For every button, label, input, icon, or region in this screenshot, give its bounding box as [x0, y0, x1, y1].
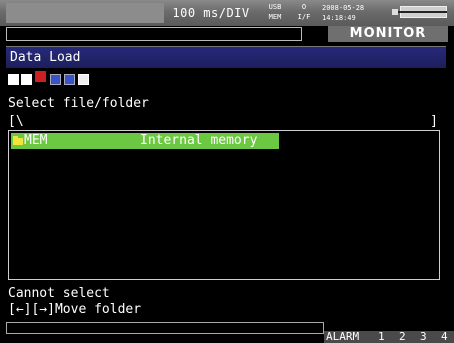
datetime-readout: 2008-05-28 14:18:49 [322, 3, 386, 23]
bottom-bar: ALARM 1 2 3 4 [0, 322, 454, 343]
alarm-label: ALARM [326, 330, 360, 343]
path-close: ] [430, 114, 438, 129]
item-description: Internal memory [140, 133, 258, 148]
bottom-field [6, 322, 324, 334]
path-field: [\ ] [8, 114, 438, 129]
usb-mem-indicator: USB MEM [262, 2, 288, 24]
if-label: I/F [297, 13, 311, 21]
item-name: MEM [24, 133, 48, 148]
screen: 100 ms/DIV USB MEM O I/F 2008-05-28 14:1… [0, 0, 454, 343]
status-field [6, 27, 302, 41]
io-indicator: O I/F [291, 2, 317, 24]
select-prompt: Select file/folder [8, 96, 149, 111]
date-label: 2008-05-28 [322, 4, 365, 12]
io-top-label: O [301, 3, 307, 11]
list-item[interactable]: MEM Internal memory [11, 133, 279, 149]
blue-box2-icon[interactable] [64, 74, 75, 85]
search-icon[interactable] [21, 74, 32, 85]
forward-icon[interactable] [78, 74, 89, 85]
download-icon[interactable] [35, 71, 46, 82]
rewind-icon[interactable] [8, 74, 19, 85]
alarm-channel-1: 1 [378, 330, 385, 343]
status-bar: 100 ms/DIV USB MEM O I/F 2008-05-28 14:1… [0, 0, 454, 26]
path-open: [\ [8, 114, 24, 129]
usb-label: USB [268, 3, 282, 11]
mode-badge: MONITOR [328, 26, 448, 42]
time-label: 14:18:49 [322, 14, 356, 22]
time-div-readout: 100 ms/DIV [172, 6, 250, 20]
blue-box-icon[interactable] [50, 74, 61, 85]
battery-icon [392, 6, 447, 18]
navigation-hint: [←][→]Move folder [8, 302, 142, 317]
status-left-area [6, 3, 164, 23]
alarm-channel-3: 3 [420, 330, 427, 343]
alarm-channel-2: 2 [399, 330, 406, 343]
alarm-channel-4: 4 [441, 330, 448, 343]
dialog-title: Data Load [6, 46, 446, 68]
file-list[interactable]: MEM Internal memory [8, 130, 440, 280]
alarm-indicator: ALARM 1 2 3 4 [324, 331, 454, 343]
mem-label: MEM [268, 13, 282, 21]
folder-icon [13, 136, 23, 145]
status-message: Cannot select [8, 286, 110, 301]
